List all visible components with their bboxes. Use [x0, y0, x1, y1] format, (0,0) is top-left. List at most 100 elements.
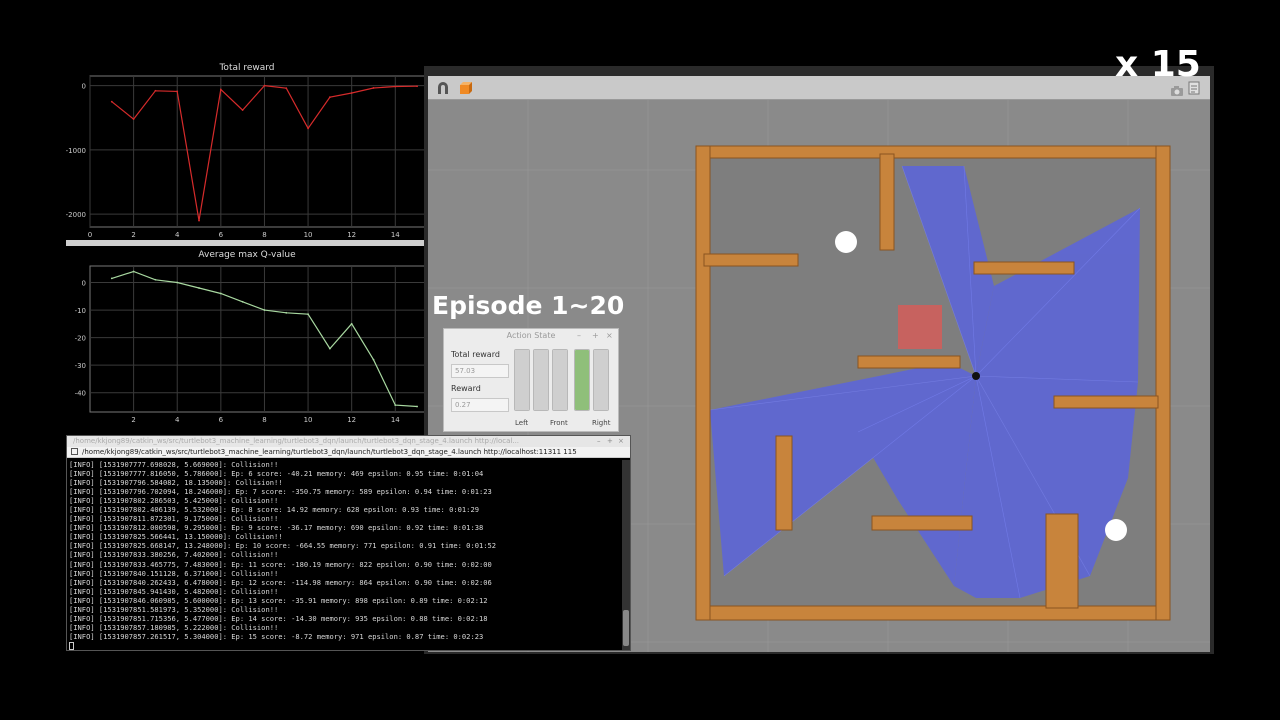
turtlebot-robot	[972, 372, 980, 380]
terminal-line: [INFO] [1531907833.465775, 7.483000]: Ep…	[69, 559, 492, 569]
terminal-tab-title: /home/kkjong89/catkin_ws/src/turtlebot3_…	[82, 448, 577, 456]
q-data-point	[285, 311, 288, 314]
reward-x-tick-label: 6	[219, 231, 224, 239]
terminal-line: [INFO] [1531907833.380256, 7.402000]: Co…	[69, 550, 279, 560]
total-reward-chart: 0 -1000 -2000 0 2 4 6 8 10 12 14	[66, 75, 428, 239]
magnet-icon[interactable]	[436, 80, 450, 94]
q-data-point	[372, 358, 375, 361]
q-data-point	[263, 309, 266, 311]
action-bar-fill	[534, 350, 548, 410]
q-x-tick-label: 4	[175, 416, 180, 424]
reward-data-point	[307, 127, 309, 130]
reward-x-tick-label: 2	[131, 231, 135, 239]
q-data-point	[394, 404, 397, 407]
terminal-scrollbar[interactable]	[622, 460, 630, 650]
goal-marker	[898, 305, 942, 349]
action-bar-label: Front	[550, 419, 568, 427]
q-x-tick-label: 6	[219, 416, 224, 424]
reward-data-point	[263, 84, 266, 87]
terminal-line: [INFO] [1531907845.941430, 5.482000]: Co…	[69, 586, 279, 596]
speed-overlay: x 15	[1115, 44, 1201, 85]
q-data-point	[328, 347, 331, 350]
action-bar-fill	[594, 350, 608, 410]
reward-data-point	[394, 85, 397, 88]
reward-x-tick-label: 14	[391, 231, 400, 239]
reward-data-point	[350, 92, 353, 94]
reward-label: Reward	[451, 384, 481, 393]
terminal-line: [INFO] [1531907851.581973, 5.352000]: Co…	[69, 604, 279, 614]
q-y-tick-label: -20	[75, 335, 86, 343]
plot-divider	[66, 240, 428, 246]
terminal-line: [INFO] [1531907857.180985, 5.222000]: Co…	[69, 622, 279, 632]
terminal-line: [INFO] [1531907846.060985, 5.600000]: Ep…	[69, 595, 488, 605]
reward-x-tick-label: 8	[262, 231, 266, 239]
q-x-tick-label: 12	[347, 416, 356, 424]
action-bar-fill	[515, 350, 529, 410]
reward-data-point	[241, 109, 244, 111]
terminal-line: [INFO] [1531907796.584082, 18.135000]: C…	[69, 478, 283, 488]
minimize-button[interactable]: –	[577, 331, 581, 340]
box-tool-icon[interactable]	[458, 80, 474, 94]
terminal-line: [INFO] [1531907811.872301, 9.175000]: Co…	[69, 514, 279, 524]
terminal-line: [INFO] [1531907777.698028, 5.669000]: Co…	[69, 460, 279, 469]
total-reward-field: 57.03	[451, 364, 509, 378]
q-data-point	[416, 405, 418, 408]
terminal-tab[interactable]: /home/kkjong89/catkin_ws/src/turtlebot3_…	[67, 447, 630, 458]
terminal-title: /home/kkjong89/catkin_ws/src/turtlebot3_…	[73, 437, 520, 445]
action-bar	[593, 349, 609, 411]
terminal-line: [INFO] [1531907840.262433, 6.478000]: Ep…	[69, 577, 492, 587]
reward-y-tick-label: -2000	[66, 211, 86, 219]
q-data-point	[154, 278, 157, 281]
terminal-line: [INFO] [1531907812.000598, 9.295000]: Ep…	[69, 523, 484, 533]
reward-data-point	[416, 85, 418, 88]
action-bar	[514, 349, 530, 411]
q-data-point	[241, 300, 244, 303]
q-data-point	[350, 322, 353, 325]
reward-data-point	[328, 96, 331, 99]
q-value-chart: 0 -10 -20 -30 -40 2 4 6 8 10 12 14	[75, 265, 428, 424]
reward-x-tick-label: 12	[347, 231, 356, 239]
q-x-tick-label: 8	[262, 416, 266, 424]
reward-data-point	[219, 88, 222, 91]
q-y-tick-label: -10	[75, 307, 86, 315]
reward-data-point	[132, 118, 135, 120]
terminal-tab-icon	[71, 448, 78, 455]
episode-overlay: Episode 1~20	[432, 291, 625, 320]
scrollbar-thumb[interactable]	[623, 610, 629, 646]
action-bar-label: Left	[515, 419, 529, 427]
terminal-line: [INFO] [1531907796.702094, 18.246000]: E…	[69, 487, 492, 497]
terminal-cursor	[69, 642, 74, 650]
reward-data-point	[176, 90, 179, 93]
reward-x-tick-label: 10	[304, 231, 313, 239]
obstacle-ball	[835, 231, 857, 253]
q-x-tick-label: 2	[131, 416, 135, 424]
q-data-point	[176, 281, 179, 284]
terminal-close-button[interactable]: ×	[618, 437, 624, 445]
reward-x-tick-label: 0	[88, 231, 92, 239]
reward-plot-area	[89, 75, 428, 228]
terminal-maximize-button[interactable]: +	[607, 437, 613, 445]
reward-data-point	[285, 87, 288, 90]
terminal-line: [INFO] [1531907777.816050, 5.786000]: Ep…	[69, 469, 484, 479]
maximize-button[interactable]: +	[592, 331, 599, 340]
q-x-tick-label: 10	[304, 416, 313, 424]
reward-data-point	[110, 100, 113, 103]
q-x-tick-label: 14	[391, 416, 400, 424]
q-y-tick-label: -30	[75, 362, 86, 370]
reward-field: 0.27	[451, 398, 509, 412]
terminal-line: [INFO] [1531907857.261517, 5.304000]: Ep…	[69, 631, 484, 641]
total-reward-label: Total reward	[451, 350, 500, 359]
q-data-point	[110, 277, 113, 280]
terminal-line: [INFO] [1531907802.286503, 5.425000]: Co…	[69, 496, 279, 506]
reward-data-point	[154, 89, 157, 92]
terminal-window[interactable]: /home/kkjong89/catkin_ws/src/turtlebot3_…	[66, 435, 631, 651]
reward-data-point	[198, 219, 200, 222]
q-y-tick-label: 0	[82, 280, 86, 288]
terminal-minimize-button[interactable]: –	[597, 437, 601, 445]
action-bar-fill	[575, 350, 589, 410]
total-reward-plot: Total reward 0 -1000 -2000 0 2 4 6 8 10 12 14	[66, 62, 428, 240]
q-data-point	[219, 292, 222, 295]
reward-x-tick-label: 4	[175, 231, 180, 239]
close-button[interactable]: ×	[606, 331, 613, 340]
gazebo-toolbar	[428, 76, 1210, 100]
